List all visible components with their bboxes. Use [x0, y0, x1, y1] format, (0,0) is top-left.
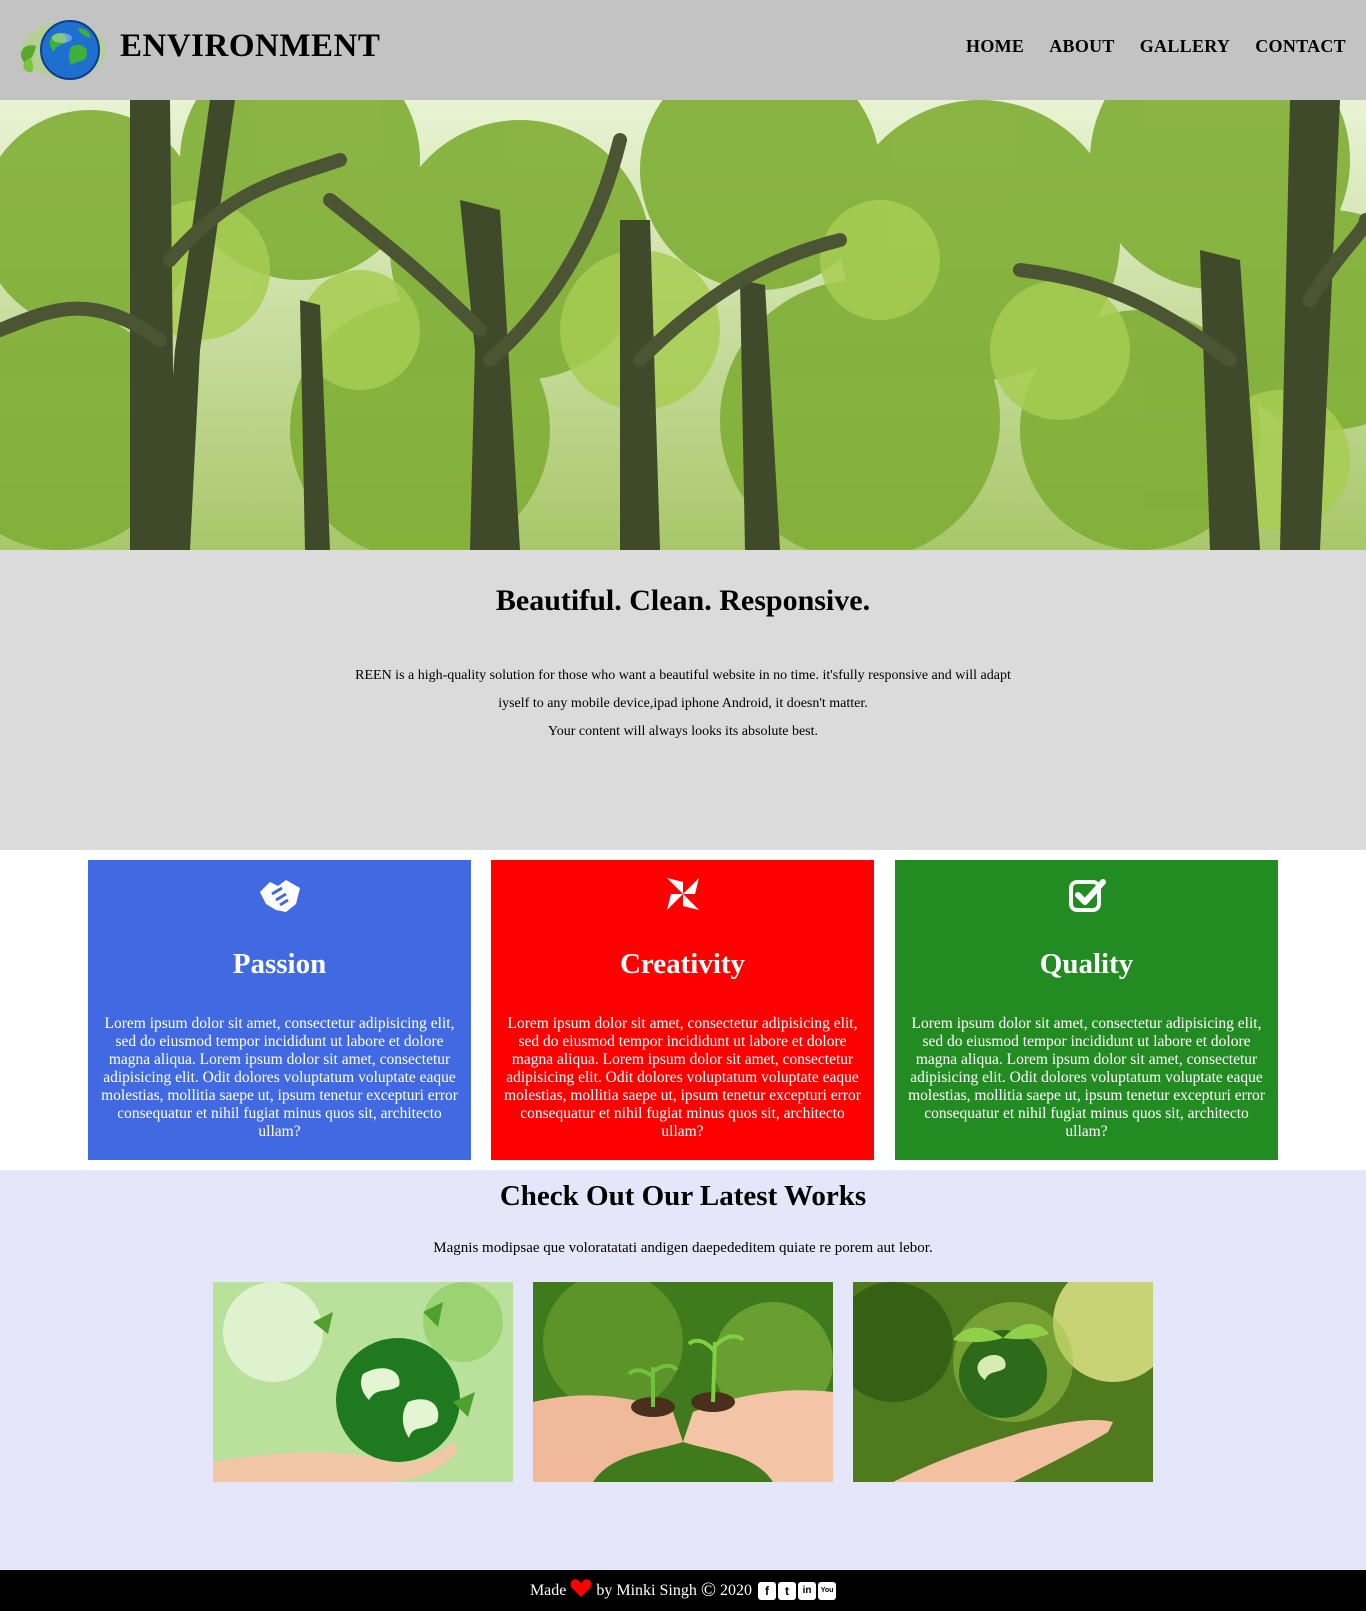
feature-title: Passion: [232, 948, 327, 980]
intro-line: REEN is a high-quality solution for thos…: [355, 668, 1011, 683]
nav-contact[interactable]: CONTACT: [1255, 36, 1346, 57]
works-section: Check Out Our Latest Works Magnis modips…: [0, 1170, 1366, 1570]
feature-card-passion: Passion Lorem ipsum dolor sit amet, cons…: [88, 860, 471, 1160]
site-header: ENVIRONMENT HOME ABOUT GALLERY CONTACT: [0, 0, 1366, 100]
hero-forest-image: [0, 100, 1366, 550]
pinwheel-icon: [491, 874, 874, 914]
feature-card-quality: Quality Lorem ipsum dolor sit amet, cons…: [895, 860, 1278, 1160]
nav-about[interactable]: ABOUT: [1049, 36, 1115, 57]
works-subtitle: Magnis modipsae que voloratatati andigen…: [433, 1240, 933, 1256]
copyright-icon: ©: [700, 1579, 717, 1601]
footer-author: by Minki Singh: [596, 1581, 697, 1599]
feature-text: Lorem ipsum dolor sit amet, consectetur …: [101, 1015, 458, 1140]
gallery-image-earth-palm[interactable]: [853, 1282, 1153, 1482]
features-section: Passion Lorem ipsum dolor sit amet, cons…: [0, 850, 1366, 1170]
works-title: Check Out Our Latest Works: [499, 1180, 867, 1212]
feature-text: Lorem ipsum dolor sit amet, consectetur …: [908, 1015, 1265, 1140]
nav-gallery[interactable]: GALLERY: [1140, 36, 1230, 57]
feature-title: Creativity: [619, 948, 746, 980]
twitter-icon[interactable]: t: [778, 1581, 797, 1600]
feature-card-creativity: Creativity Lorem ipsum dolor sit amet, c…: [491, 860, 874, 1160]
site-footer: Made by Minki Singh © 2020 f t in You: [0, 1570, 1366, 1611]
main-nav: HOME ABOUT GALLERY CONTACT: [966, 36, 1346, 57]
check-square-icon: [895, 874, 1278, 914]
intro-section: Beautiful. Clean. Responsive. REEN is a …: [0, 550, 1366, 850]
brand-title[interactable]: ENVIRONMENT: [120, 28, 380, 65]
gallery-image-seedlings-hands[interactable]: [533, 1282, 833, 1482]
feature-title: Quality: [1039, 948, 1134, 980]
linkedin-icon[interactable]: in: [798, 1581, 817, 1600]
youtube-icon[interactable]: You: [818, 1581, 837, 1600]
social-links: f t in You: [758, 1581, 837, 1600]
intro-text: REEN is a high-quality solution for thos…: [0, 662, 1366, 746]
heart-icon: [570, 1578, 592, 1603]
footer-made: Made: [529, 1581, 567, 1599]
intro-line: Your content will always looks its absol…: [547, 724, 818, 739]
gallery-image-globe-hand[interactable]: [213, 1282, 513, 1482]
nav-home[interactable]: HOME: [966, 36, 1024, 57]
facebook-icon[interactable]: f: [758, 1581, 777, 1600]
feature-text: Lorem ipsum dolor sit amet, consectetur …: [504, 1015, 861, 1140]
footer-year: 2020: [720, 1581, 753, 1599]
intro-title: Beautiful. Clean. Responsive.: [495, 584, 871, 617]
handshake-icon: [88, 874, 471, 914]
intro-line: iyself to any mobile device,ipad iphone …: [498, 696, 868, 711]
earth-globe-leaf-icon[interactable]: [12, 16, 108, 82]
